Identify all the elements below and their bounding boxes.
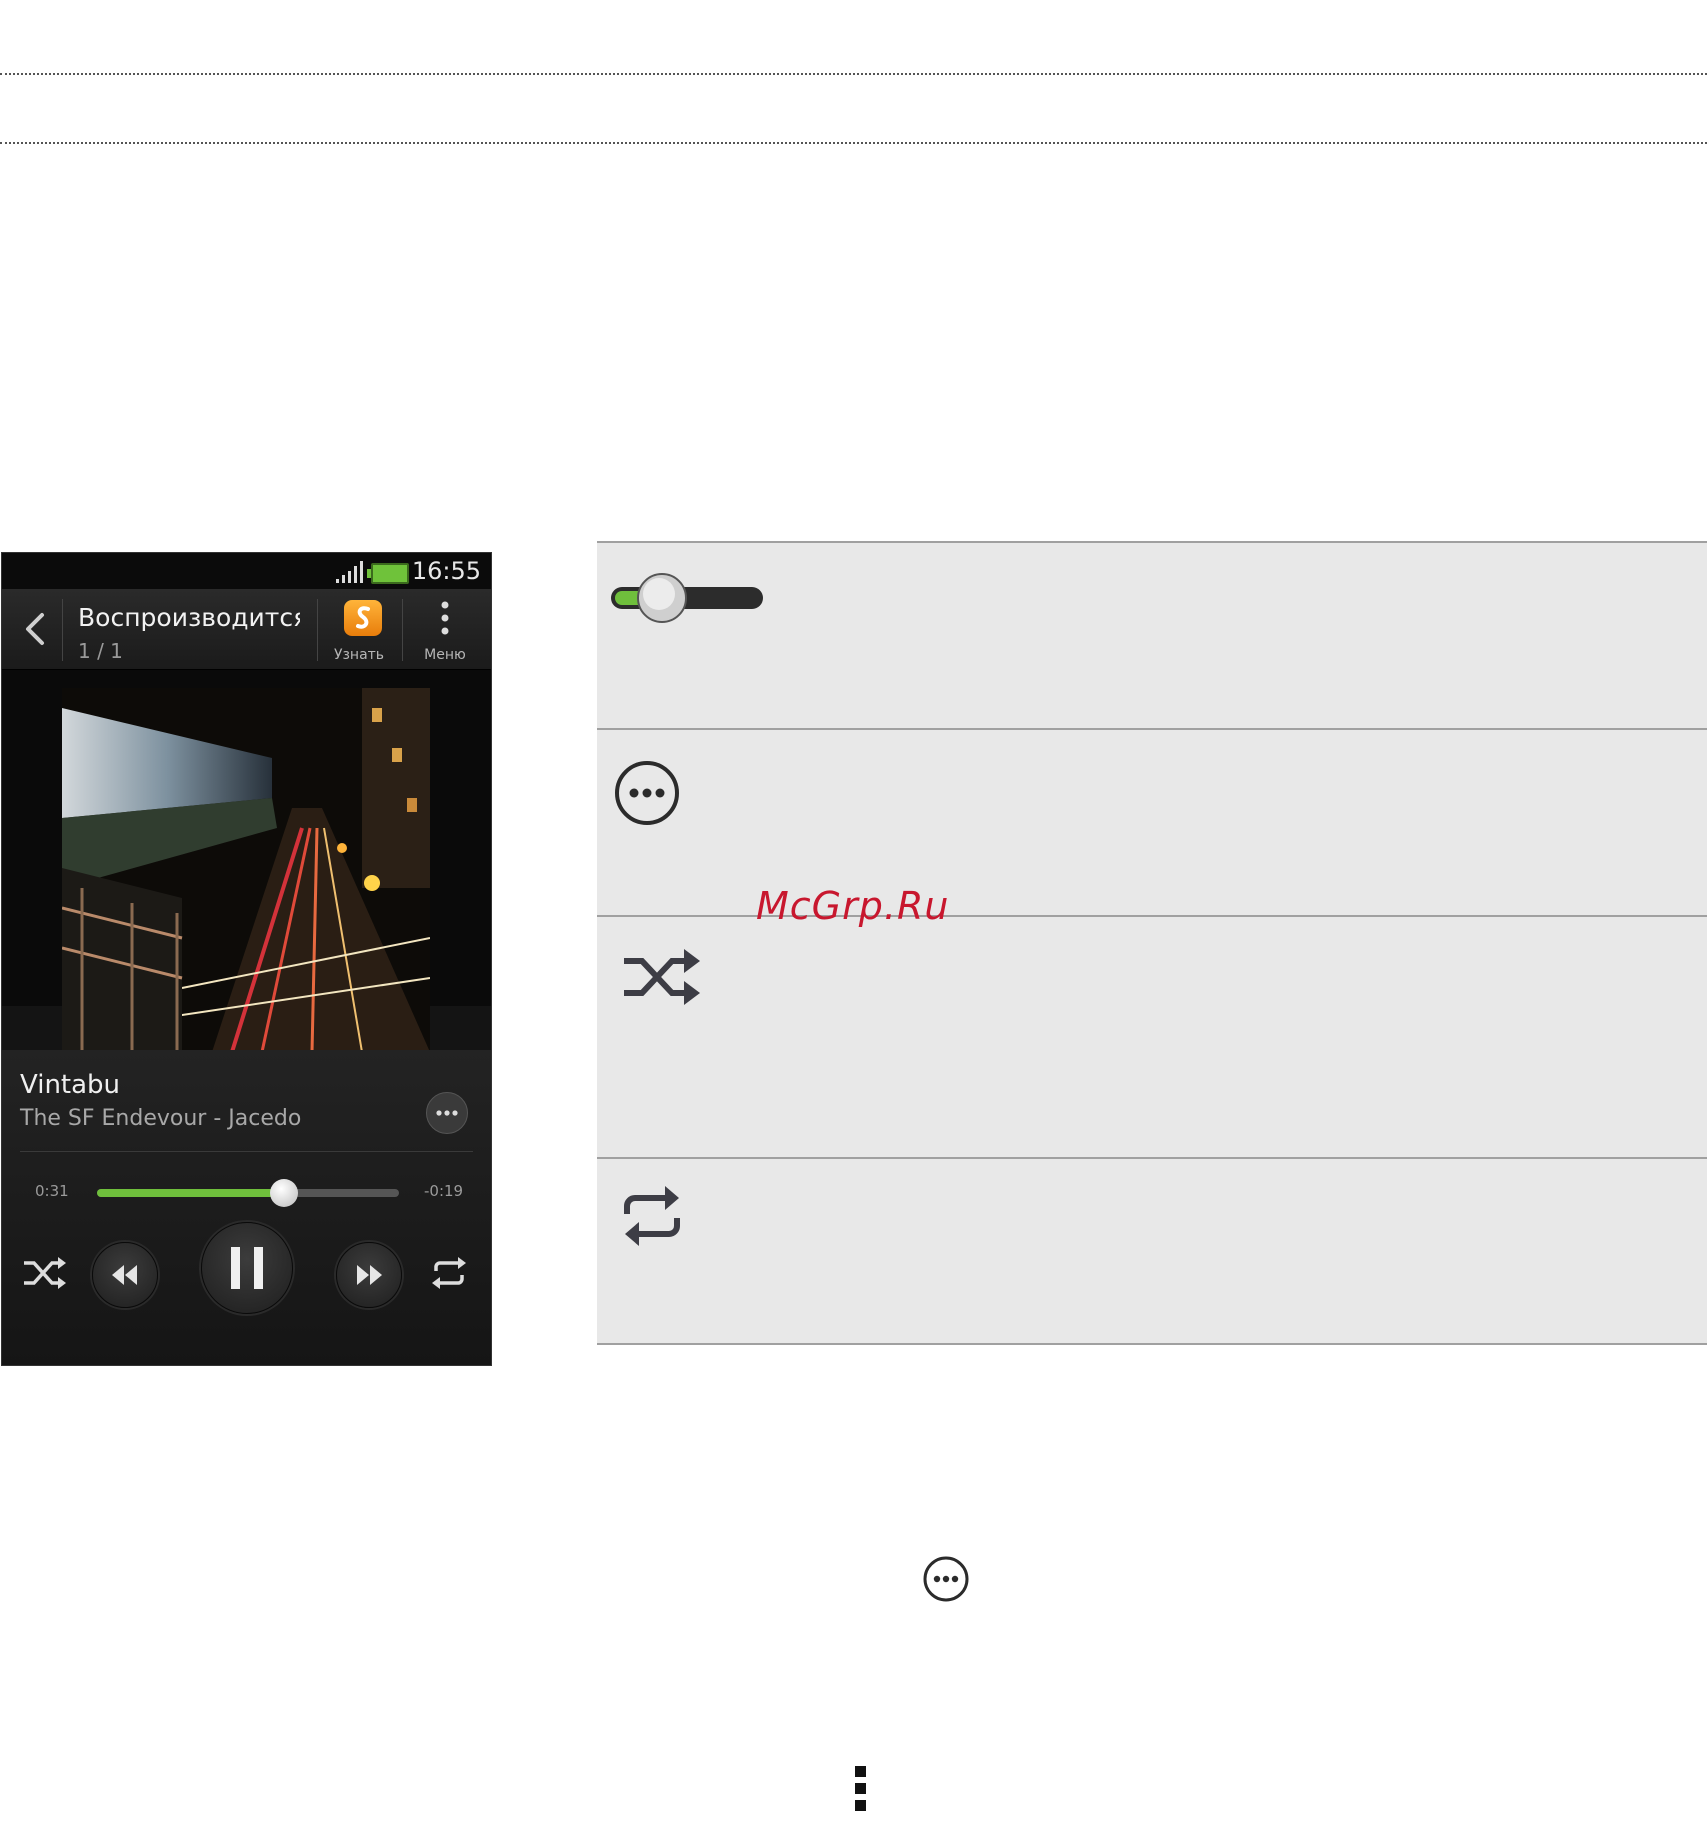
- identify-label: Узнать: [333, 647, 385, 663]
- repeat-icon: [624, 1186, 680, 1246]
- volume-slider-icon: [611, 573, 763, 623]
- divider: [317, 599, 318, 661]
- table-border-bottom: [597, 1343, 1707, 1345]
- battery-icon: [367, 563, 409, 584]
- shazam-icon: [344, 600, 382, 636]
- shuffle-button[interactable]: [22, 1255, 66, 1291]
- rewind-icon: [112, 1265, 137, 1285]
- album-art-area: [2, 670, 491, 1052]
- progress-fill: [97, 1189, 285, 1197]
- overflow-menu-icon: [441, 601, 449, 635]
- status-bar: 16:55: [2, 553, 491, 589]
- more-icon: [436, 1110, 458, 1116]
- table-row-repeat: [597, 1159, 1707, 1344]
- pause-icon: [231, 1247, 263, 1289]
- phone-screenshot: 16:55 Воспроизводится 1 / 1 Узнать Меню: [1, 552, 492, 1366]
- progress-bar[interactable]: [97, 1179, 399, 1207]
- now-playing-panel: Vintabu The SF Endevour - Jacedo 0:31 -0…: [2, 1050, 491, 1365]
- rewind-button[interactable]: [92, 1242, 158, 1308]
- song-title: Vintabu: [20, 1070, 121, 1100]
- song-artist: The SF Endevour - Jacedo: [20, 1106, 302, 1131]
- divider: [62, 599, 63, 661]
- menu-dots-icon: [855, 1766, 866, 1817]
- signal-icon: [336, 561, 363, 583]
- table-row-volume: [597, 543, 1707, 728]
- remaining-time: -0:19: [424, 1182, 464, 1200]
- fast-forward-icon: [357, 1265, 382, 1285]
- shuffle-icon: [624, 949, 700, 1005]
- dotted-rule-bottom: [0, 142, 1707, 144]
- identify-button[interactable]: Узнать: [324, 595, 394, 667]
- divider: [20, 1151, 473, 1152]
- status-time: 16:55: [411, 557, 481, 585]
- repeat-button[interactable]: [428, 1255, 470, 1291]
- pause-button[interactable]: [201, 1222, 293, 1314]
- divider: [402, 599, 403, 661]
- menu-button[interactable]: Меню: [410, 595, 480, 667]
- fast-forward-button[interactable]: [336, 1242, 402, 1308]
- more-options-icon: [615, 761, 679, 825]
- back-icon[interactable]: [16, 609, 56, 649]
- progress-thumb[interactable]: [270, 1179, 299, 1207]
- page-title: Воспроизводится: [78, 603, 300, 632]
- dotted-rule-top: [0, 73, 1707, 75]
- menu-label: Меню: [424, 647, 466, 663]
- song-more-button[interactable]: [426, 1092, 468, 1134]
- watermark: McGrp.Ru: [756, 884, 950, 928]
- album-art: [62, 688, 430, 1052]
- elapsed-time: 0:31: [35, 1182, 69, 1200]
- action-bar: Воспроизводится 1 / 1 Узнать Меню: [2, 589, 491, 670]
- track-counter: 1 / 1: [78, 639, 123, 663]
- more-options-icon-inline: [923, 1556, 969, 1602]
- table-row-shuffle: [597, 917, 1707, 1158]
